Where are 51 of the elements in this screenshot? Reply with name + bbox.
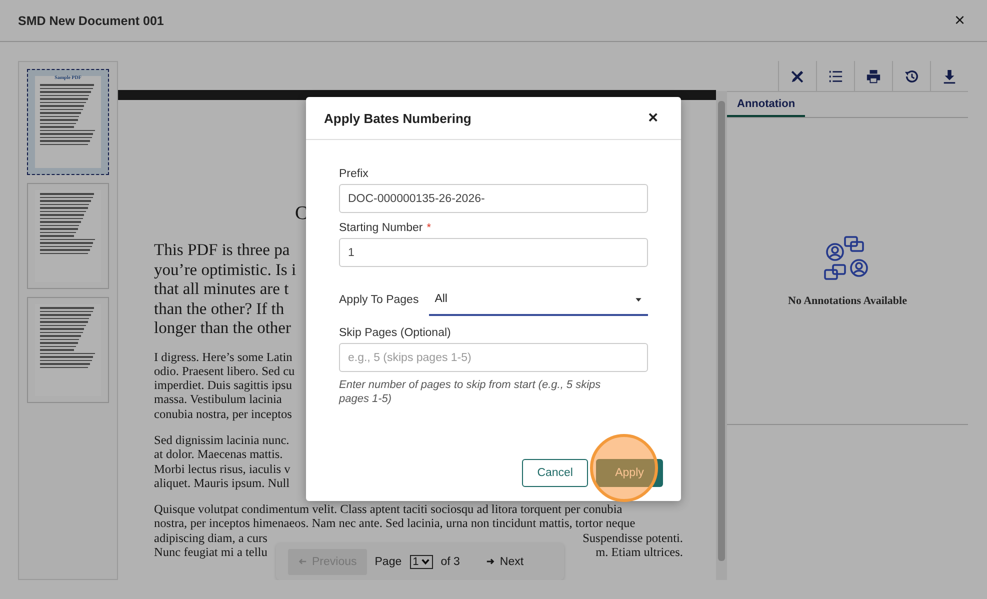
arrow-left-icon [298, 557, 307, 566]
page-label: Page [374, 556, 402, 568]
annotation-tab[interactable]: Annotation [727, 92, 806, 117]
text-lines-drawing [40, 84, 96, 145]
next-button[interactable]: Next [476, 548, 534, 574]
field-label: Starting Number [339, 222, 423, 234]
document-text: than the other? If th [154, 298, 284, 318]
page-select[interactable]: 1 [410, 554, 433, 568]
scrollbar[interactable] [716, 91, 727, 580]
document-text: conubia nostra, per inceptos [154, 406, 292, 421]
document-text: you’re optimistic. Is i [154, 260, 296, 279]
chevron-down-icon [420, 557, 430, 566]
document-text: Nunc feugiat mi a tellu [154, 545, 268, 560]
close-button[interactable]: × [645, 108, 661, 128]
document-text: nostra, per inceptos himenaeos. Nam nec ante. Sed lacinia, urna non tincidunt mattis, tortor neque [154, 516, 636, 531]
field-label: Prefix [339, 168, 368, 180]
cancel-button[interactable]: Cancel [522, 459, 588, 487]
document-text: Quisque volutpat condimentum velit. Class aptent taciti sociosqu ad litora torquent per conubia [154, 502, 622, 516]
document-text: This PDF is three pa [154, 240, 290, 260]
document-text: I digress. Here’s some Latin [154, 350, 292, 364]
document-text: that all minutes are t [154, 279, 289, 298]
input-field[interactable]: e.g., 5 (skips pages 1-5) [339, 343, 648, 372]
document-text: massa. Vestibulum lacinia [154, 392, 282, 407]
document-text: Morbi lectus risus, iaculis v [154, 462, 290, 476]
document-text: longer than the other [154, 318, 291, 338]
text-lines-drawing [40, 307, 96, 368]
caret-icon [635, 296, 642, 302]
document-text: Suspendisse potenti. [582, 530, 683, 546]
document-text: Sed dignissim lacinia nunc. [154, 432, 290, 448]
document-text: imperdiet. Duis sagittis ipsu [154, 378, 292, 392]
field-label: Skip Pages (Optional) [339, 327, 451, 339]
input-field[interactable]: 1 [339, 238, 648, 267]
page-thumbnail[interactable] [27, 297, 109, 403]
text-lines-drawing [40, 193, 96, 254]
document-text: m. Etiam ultrices. [596, 545, 683, 560]
document-text: aliquet. Mauris ipsum. Null [154, 476, 290, 490]
pages-dropdown[interactable]: All [428, 284, 648, 316]
page-thumbnail[interactable] [27, 183, 109, 289]
field-hint: Enter number of pages to skip from start (e.g., 5 skips pages 1-5) [339, 378, 602, 406]
empty-state-message: No Annotations Available [788, 295, 907, 307]
input-field[interactable]: DOC-000000135-26-2026- [339, 184, 648, 213]
arrow-right-icon [486, 557, 495, 566]
close-button[interactable]: × [950, 10, 969, 31]
window-title: SMD New Document 001 [18, 14, 164, 28]
page-count: of 3 [440, 556, 460, 568]
document-text: at dolor. Maecenas mattis. [154, 447, 283, 462]
document-text: adipiscing diam, a curs [154, 530, 268, 546]
dialog-title: Apply Bates Numbering [324, 110, 472, 126]
required-mark: * [426, 222, 432, 234]
document-text: odio. Praesent libero. Sed cu [154, 364, 295, 378]
field-label: Apply To Pages [339, 294, 419, 306]
